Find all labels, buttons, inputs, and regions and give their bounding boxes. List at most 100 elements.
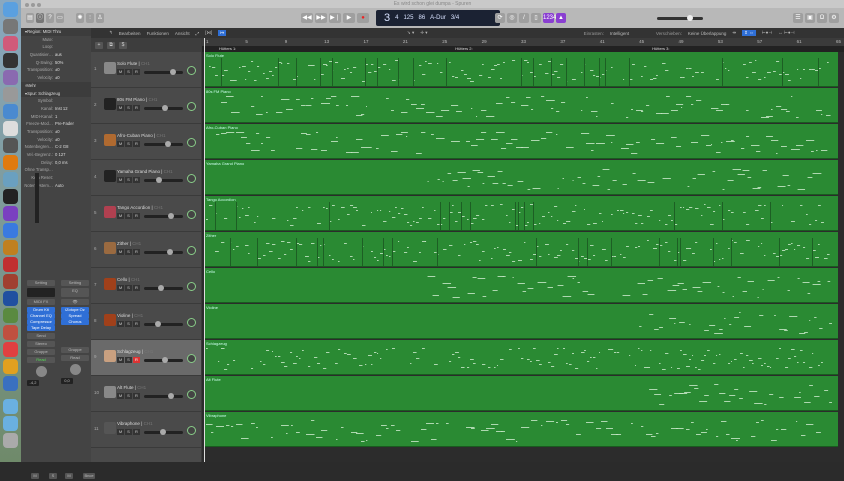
quick-help-button[interactable]: ? xyxy=(46,13,54,23)
inspector-row[interactable]: Transposition: ±0 xyxy=(21,128,91,136)
marker[interactable]: Hütters 1: xyxy=(219,46,236,51)
cycle-button[interactable]: ⟳ xyxy=(495,13,505,23)
system-preferences-icon[interactable] xyxy=(3,19,18,34)
solo-button[interactable]: S xyxy=(125,321,132,327)
midi-region[interactable]: Zither xyxy=(204,232,838,267)
speaker-icon[interactable] xyxy=(3,189,18,204)
track-header[interactable]: 6 Zither | CH1 M S R xyxy=(91,232,201,268)
migration-icon[interactable] xyxy=(3,87,18,102)
editors-button[interactable]: ♙ xyxy=(96,13,104,23)
solo-button[interactable]: S xyxy=(125,285,132,291)
photos-color-icon[interactable] xyxy=(3,359,18,374)
eq-button[interactable]: EQ xyxy=(61,288,89,297)
list-editors-button[interactable]: ☰ xyxy=(793,13,803,23)
stop-button[interactable]: ▶❘ xyxy=(329,13,341,23)
midi-region[interactable]: Alt Flute xyxy=(204,376,838,411)
toolbar-button[interactable]: ▭ xyxy=(56,13,64,23)
record-button[interactable]: R xyxy=(133,213,140,219)
record-button[interactable]: R xyxy=(133,285,140,291)
drum-kit-icon[interactable] xyxy=(104,350,116,362)
master-volume-slider[interactable] xyxy=(657,15,703,21)
midi-region[interactable]: 80s FM Piano xyxy=(204,88,838,123)
region-inspector-header[interactable]: ▾ Region: MIDI Thru xyxy=(21,28,91,36)
vertical-zoom[interactable]: ⇕ ⇔ xyxy=(742,30,756,36)
track-header[interactable]: 10 Alt Flute | CH1 M S R xyxy=(91,376,201,412)
vertical-zoom-slider[interactable]: ⊢●⊣ xyxy=(762,30,773,36)
pan-knob[interactable] xyxy=(187,354,196,363)
mute-button[interactable]: M xyxy=(117,69,124,75)
solo-button[interactable]: S xyxy=(125,213,132,219)
pan-knob[interactable] xyxy=(187,246,196,255)
edit-menu[interactable]: Bearbeiten xyxy=(119,31,141,36)
arrange-area[interactable]: 1 5 9 13 17 21 25 29 33 37 41 45 49 53 57 61 65 Hütters … xyxy=(202,38,844,462)
dvd-player-icon[interactable] xyxy=(3,138,18,153)
pan-knob[interactable] xyxy=(187,66,196,75)
solo-button[interactable]: S xyxy=(125,429,132,435)
finder-icon[interactable] xyxy=(3,2,18,17)
show-global-tracks-button[interactable]: $ xyxy=(119,41,127,49)
pan-knob[interactable] xyxy=(187,102,196,111)
lcd-key[interactable]: A-Dur xyxy=(430,15,446,21)
add-track-button[interactable]: + xyxy=(95,41,103,49)
volume-slider[interactable] xyxy=(144,249,183,255)
textedit-icon[interactable] xyxy=(3,121,18,136)
pencil-tool[interactable]: ✛ ▾ xyxy=(420,30,427,36)
calendar-icon[interactable] xyxy=(3,274,18,289)
forward-button[interactable]: ▶▶ xyxy=(315,13,327,23)
record-button[interactable]: ● xyxy=(357,13,369,23)
midi-region[interactable]: Vibraphone xyxy=(204,412,838,447)
bbedit-icon[interactable] xyxy=(3,291,18,306)
script-icon[interactable] xyxy=(3,53,18,68)
volume-slider[interactable] xyxy=(144,393,183,399)
pan-knob[interactable] xyxy=(187,390,196,399)
downloads-folder-icon[interactable] xyxy=(3,399,18,414)
playhead[interactable] xyxy=(204,38,205,462)
upright-piano-icon[interactable] xyxy=(104,134,116,146)
inspector-row[interactable]: Velocity: ±0 xyxy=(21,136,91,144)
loops-button[interactable]: Ω xyxy=(817,13,827,23)
browser-button[interactable]: ⚙ xyxy=(829,13,839,23)
notepad-button[interactable]: ▣ xyxy=(805,13,815,23)
inspector-row[interactable]: Q-Swing: 50% xyxy=(21,59,91,67)
track-name[interactable]: Yamaha Grand Piano | CH1 xyxy=(117,169,173,174)
inspector-row[interactable]: Freeze-Mod… Pre-Fader xyxy=(21,120,91,128)
volume-slider[interactable] xyxy=(144,321,183,327)
inspector-row[interactable]: Notensystem…Auto xyxy=(21,182,91,190)
zither-icon[interactable] xyxy=(104,242,116,254)
lcd-display[interactable]: 3 4 125 86 A-Dur 3/4 xyxy=(376,10,500,26)
link-icon[interactable]: 👁 xyxy=(61,299,89,305)
record-button[interactable]: R xyxy=(133,177,140,183)
track-name[interactable]: 80s FM Piano | CH1 xyxy=(117,97,157,102)
play-button[interactable]: ▶ xyxy=(343,13,355,23)
marker[interactable]: Hütters 3: xyxy=(652,46,669,51)
functions-menu[interactable]: Funktionen xyxy=(147,31,169,36)
flute-icon[interactable] xyxy=(104,62,116,74)
strings-icon[interactable] xyxy=(104,314,116,326)
fruit-icon[interactable] xyxy=(3,342,18,357)
inspector-value[interactable]: ±0 xyxy=(55,128,60,136)
mixer-button[interactable]: ⫶ xyxy=(86,13,94,23)
inspector-row[interactable]: MIDI-Kanal: 1 xyxy=(21,113,91,121)
track-name[interactable]: Alt Flute | CH1 xyxy=(117,385,146,390)
record-button[interactable]: R xyxy=(133,429,140,435)
keynote-icon[interactable] xyxy=(3,376,18,391)
preview-icon[interactable] xyxy=(3,70,18,85)
solo-button[interactable]: S xyxy=(125,393,132,399)
solo-button[interactable]: S xyxy=(125,249,132,255)
track-header[interactable]: 2 80s FM Piano | CH1 M S R xyxy=(91,88,201,124)
back-icon[interactable]: ↰ xyxy=(109,30,113,36)
track-name[interactable]: Zither | CH1 xyxy=(117,241,141,246)
inspector-row[interactable]: Transposition: ±0 xyxy=(21,66,91,74)
automation-icon[interactable]: ⤢ xyxy=(196,31,200,36)
mute-button[interactable]: M xyxy=(117,285,124,291)
solo-button[interactable]: S xyxy=(125,141,132,147)
tools-icon[interactable] xyxy=(3,325,18,340)
pan-knob[interactable] xyxy=(187,426,196,435)
midi-region[interactable]: Solo Flute xyxy=(204,52,838,87)
accordion-icon[interactable] xyxy=(104,206,116,218)
inspector-row[interactable]: Velocity: ±0 xyxy=(21,74,91,82)
solo-button[interactable]: S xyxy=(125,105,132,111)
midi-region[interactable]: Violine xyxy=(204,304,838,339)
volume-slider[interactable] xyxy=(144,213,183,219)
mute-button[interactable]: M xyxy=(117,213,124,219)
